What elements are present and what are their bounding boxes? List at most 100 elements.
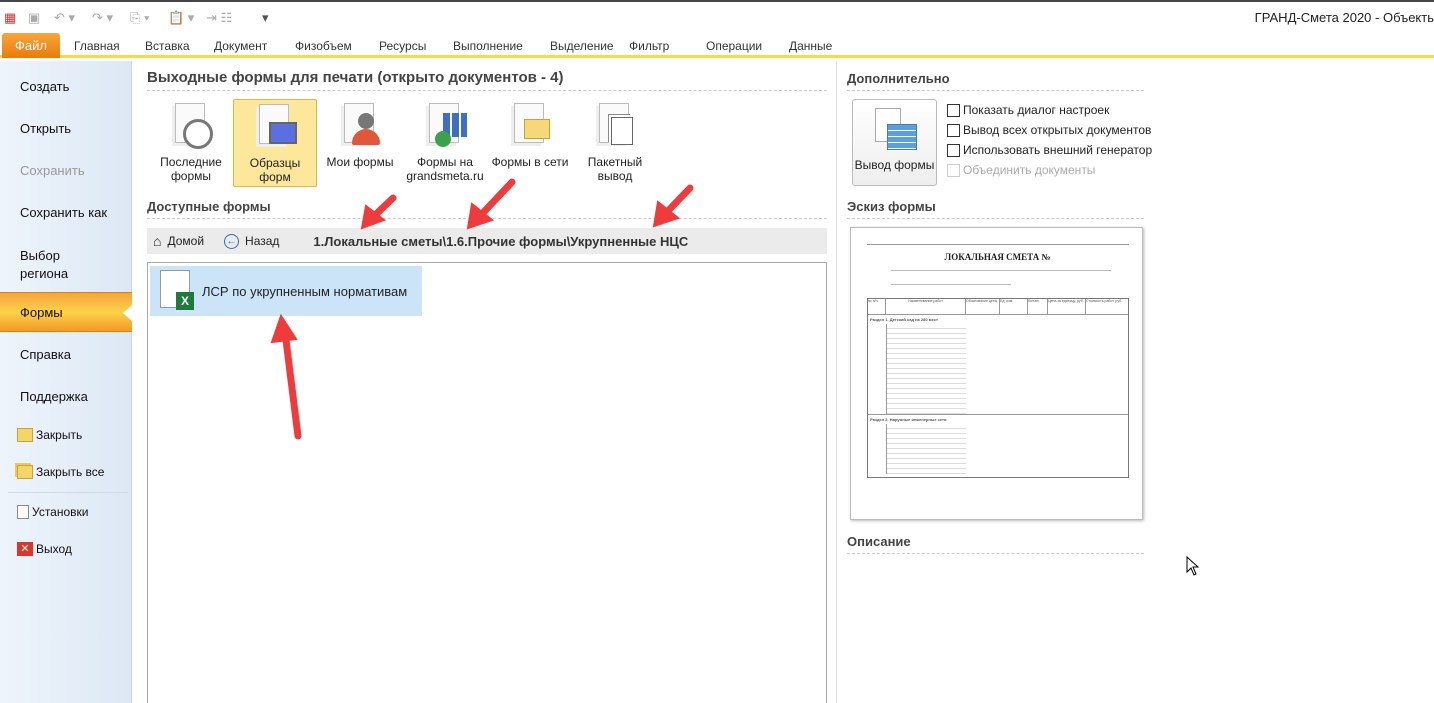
folders-icon (17, 465, 33, 479)
save-icon[interactable]: ▣ (28, 10, 40, 26)
menu-forms-label: Формы (20, 305, 63, 320)
tab-home[interactable]: Главная (74, 39, 120, 53)
label: Мои формы (326, 155, 394, 169)
red-arrow-head (466, 202, 495, 230)
breadcrumb-path: 1.Локальные сметы\1.6.Прочие формы\Укруп… (313, 233, 689, 249)
recent-forms-button[interactable]: Последние формы (149, 99, 233, 187)
checkbox-label: Показать диалог настроек (963, 103, 1110, 117)
menu-close-all[interactable]: Закрыть все (17, 465, 104, 479)
label: формы (170, 169, 212, 183)
list-item-label: ЛСР по укрупненным нормативам (202, 283, 408, 299)
preview-table: № п/п Наименование работ Обоснование цен… (867, 298, 1129, 478)
label: форм (259, 170, 291, 184)
label: Пакетный (587, 155, 643, 169)
mouse-cursor-icon (1186, 555, 1200, 576)
tab-filter[interactable]: Фильтр (629, 39, 669, 53)
tab-execution[interactable]: Выполнение (453, 39, 523, 53)
paste-icon[interactable]: 📋 ▾ (168, 10, 194, 26)
forms-list: X ЛСР по укрупненным нормативам (147, 262, 827, 703)
documents-stack-icon (593, 103, 637, 151)
divider (8, 492, 128, 493)
sketch-heading: Эскиз формы (847, 199, 936, 214)
tab-insert[interactable]: Вставка (145, 39, 190, 53)
home-link[interactable]: Домой (167, 234, 204, 248)
tab-selection[interactable]: Выделение (550, 39, 614, 53)
excel-doc-icon: X (156, 270, 196, 312)
rule (891, 270, 1111, 271)
title-bar: ▦ ▣ ↶ ▾ ↷ ▾ ⎘ ▾ 📋 ▾ ⇥ ☷ ▾ ГРАНД-Смета 20… (0, 0, 1434, 32)
network-forms-button[interactable]: Формы в сети (488, 99, 572, 187)
customize-toolbar-icon[interactable]: ▾ (262, 10, 269, 26)
preview-rows (886, 324, 966, 414)
tab-operations[interactable]: Операции (706, 39, 762, 53)
menu-help[interactable]: Справка (20, 347, 71, 362)
batch-output-button[interactable]: Пакетный вывод (573, 99, 657, 187)
preview-section: Раздел 1. Детский сад на 280 мест (870, 317, 938, 322)
window-title: ГРАНД-Смета 2020 - Объекть (1254, 10, 1434, 25)
my-forms-button[interactable]: Мои формы (318, 99, 402, 187)
computer-icon (253, 104, 297, 152)
description-heading: Описание (847, 534, 911, 549)
col: Обоснование цены (966, 299, 1000, 314)
export-icon[interactable]: ⇥ ☷ (206, 10, 232, 26)
menu-select-region[interactable]: Выбор региона (20, 247, 90, 283)
all-documents-checkbox[interactable]: Вывод всех открытых документов (947, 123, 1151, 137)
menu-save-as[interactable]: Сохранить как (20, 205, 107, 220)
menu-save[interactable]: Сохранить (20, 163, 85, 178)
tab-data[interactable]: Данные (789, 39, 832, 53)
list-item[interactable]: X ЛСР по укрупненным нормативам (150, 266, 422, 316)
back-arrow-icon[interactable]: ← (224, 233, 240, 249)
red-arrow-head (360, 204, 387, 230)
col: Стоимость работ, руб. (1086, 299, 1123, 303)
back-link[interactable]: Назад (245, 234, 279, 248)
label: Формы на (417, 155, 473, 169)
label: вывод (597, 169, 633, 183)
web-grid-icon (423, 103, 467, 151)
tab-document[interactable]: Документ (214, 39, 267, 53)
menu-create[interactable]: Создать (20, 79, 69, 94)
divider (847, 90, 1144, 91)
divider (847, 553, 1144, 554)
red-arrow-2 (476, 178, 516, 220)
tab-file[interactable]: Файл (2, 33, 60, 58)
menu-exit[interactable]: ✕ Выход (17, 542, 72, 556)
label: grandsmeta.ru (406, 169, 484, 183)
merge-documents-checkbox[interactable]: Объединить документы (947, 163, 1095, 177)
redo-icon[interactable]: ↷ ▾ (92, 10, 113, 26)
rule (867, 244, 1129, 245)
checkbox-label: Вывод всех открытых документов (963, 123, 1152, 137)
label: Последние (160, 155, 222, 169)
tab-physvolume[interactable]: Физобъем (295, 39, 352, 53)
menu-forms[interactable]: Формы (0, 292, 132, 332)
menu-settings-label: Установки (32, 505, 89, 519)
menu-close[interactable]: Закрыть (17, 428, 82, 442)
exit-x-icon: ✕ (17, 542, 33, 556)
settings-doc-icon (17, 505, 29, 519)
undo-icon[interactable]: ↶ ▾ (54, 10, 75, 26)
show-settings-checkbox[interactable]: Показать диалог настроек (947, 103, 1109, 117)
page-title: Выходные формы для печати (открыто докум… (147, 69, 564, 86)
user-icon (338, 103, 382, 151)
tab-resources[interactable]: Ресурсы (379, 39, 426, 53)
menu-open[interactable]: Открыть (20, 121, 71, 136)
home-icon[interactable]: ⌂ (153, 233, 161, 249)
col: Наименование работ (886, 299, 966, 314)
sample-forms-button[interactable]: Образцы форм (233, 99, 317, 187)
file-menu-sidebar: Создать Открыть Сохранить Сохранить как … (0, 61, 132, 703)
folder-icon (17, 428, 33, 442)
label: Формы в сети (491, 155, 569, 169)
network-folder-icon (508, 103, 552, 151)
output-form-button[interactable]: Вывод формы (852, 99, 937, 186)
menu-settings[interactable]: Установки (17, 505, 88, 519)
online-forms-button[interactable]: Формы на grandsmeta.ru (403, 99, 487, 187)
available-forms-heading: Доступные формы (147, 199, 271, 214)
copy-icon[interactable]: ⎘ ▾ (130, 10, 149, 26)
divider (147, 218, 827, 219)
label: Образцы (249, 156, 301, 170)
menu-support[interactable]: Поддержка (20, 389, 88, 404)
col: Кол-во (1028, 299, 1048, 314)
external-generator-checkbox[interactable]: Использовать внешний генератор (947, 143, 1152, 157)
output-form-label: Вывод формы (854, 158, 935, 172)
red-arrow-3 (661, 184, 694, 218)
rule (891, 284, 1011, 285)
